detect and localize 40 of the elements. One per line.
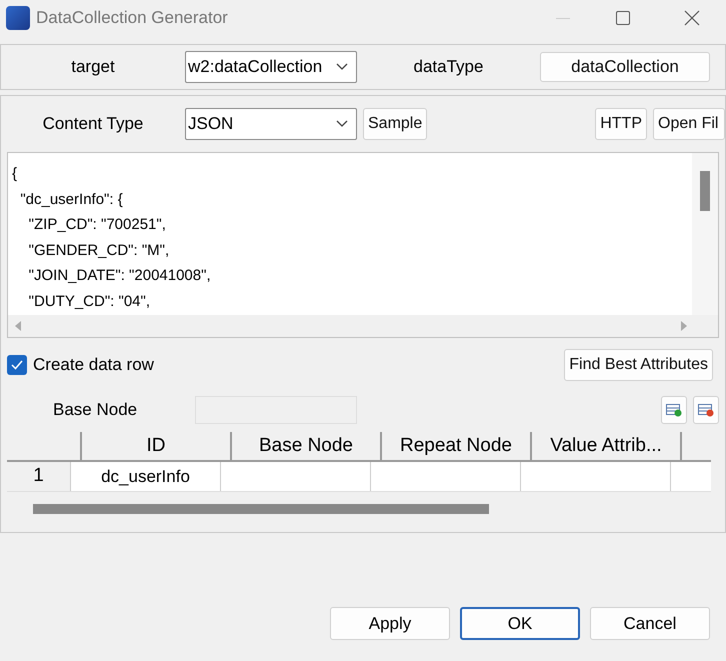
add-row-button[interactable] <box>661 396 687 424</box>
target-label: target <box>70 56 116 78</box>
open-file-button[interactable]: Open Fil <box>653 108 725 140</box>
app-logo-icon <box>6 6 30 30</box>
content-type-label: Content Type <box>42 113 144 136</box>
code-line: "ZIP_CD": "700251", <box>28 215 167 235</box>
window-title: DataCollection Generator <box>36 7 228 30</box>
chevron-down-icon <box>336 120 348 128</box>
code-line: "GENDER_CD": "M", <box>28 240 170 260</box>
code-line: "dc_userInfo": { <box>19 190 124 210</box>
table-add-icon <box>666 403 682 417</box>
base-node-label: Base Node <box>52 399 138 422</box>
create-row-label: Create data row <box>33 354 154 376</box>
code-line: "JOIN_DATE": "20041008", <box>28 266 212 286</box>
close-icon[interactable] <box>684 10 700 26</box>
table-horizontal-scrollbar[interactable] <box>33 504 489 514</box>
chevron-down-icon <box>336 63 348 71</box>
table-cell: dc_userInfo <box>71 462 221 491</box>
vertical-scrollbar[interactable] <box>692 153 718 315</box>
find-attributes-button[interactable]: Find Best Attributes <box>564 349 713 381</box>
http-button[interactable]: HTTP <box>595 108 647 140</box>
create-row-checkbox[interactable] <box>7 355 27 375</box>
scroll-right-icon[interactable] <box>680 321 688 331</box>
scroll-left-icon[interactable] <box>14 321 22 331</box>
content-type-dropdown[interactable]: JSON <box>185 108 357 140</box>
code-line: "DUTY_CD": "04", <box>28 292 151 312</box>
dialog-button[interactable]: Apply <box>330 607 450 640</box>
data-type-label: dataType <box>412 56 484 78</box>
sample-button[interactable]: Sample <box>363 108 428 140</box>
code-editor[interactable]: { "dc_userInfo": { "ZIP_CD": "700251", "GENDER_CD": "M", "JOIN_DATE": "20041008", "DUTY_CD": "04", <box>7 152 719 338</box>
dialog-button[interactable]: Cancel <box>590 607 710 640</box>
data-type-button[interactable]: dataCollection <box>540 52 710 82</box>
dialog-button[interactable]: OK <box>460 607 580 640</box>
maximize-icon[interactable] <box>616 11 630 25</box>
table-remove-icon <box>698 403 714 417</box>
check-icon <box>11 360 23 370</box>
code-line: { <box>12 164 18 184</box>
target-dropdown[interactable]: w2:dataCollection <box>185 51 357 83</box>
table-cell <box>671 462 711 491</box>
remove-row-button[interactable] <box>693 396 719 424</box>
